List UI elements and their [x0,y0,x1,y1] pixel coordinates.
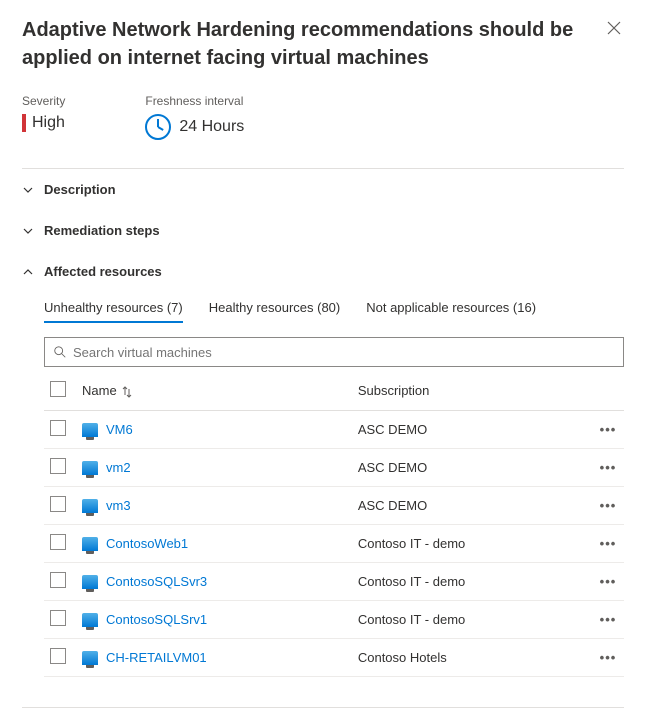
freshness-label: Freshness interval [145,94,244,108]
tab-not-applicable-resources[interactable]: Not applicable resources (16) [366,300,536,323]
row-checkbox[interactable] [50,420,66,436]
vm-icon [82,461,98,475]
row-actions-button[interactable]: ••• [600,460,617,475]
resource-link[interactable]: ContosoSQLSvr3 [106,574,207,589]
row-actions-button[interactable]: ••• [600,422,617,437]
row-checkbox[interactable] [50,458,66,474]
resource-link[interactable]: vm2 [106,460,131,475]
vm-icon [82,613,98,627]
close-button[interactable] [604,18,624,38]
section-description[interactable]: Description [22,169,624,210]
row-checkbox[interactable] [50,572,66,588]
resource-link[interactable]: ContosoSQLSrv1 [106,612,207,627]
row-actions-button[interactable]: ••• [600,612,617,627]
section-title: Description [44,182,116,197]
search-box[interactable] [44,337,624,367]
section-remediation[interactable]: Remediation steps [22,210,624,251]
row-checkbox[interactable] [50,534,66,550]
chevron-up-icon [22,266,34,278]
vm-icon [82,499,98,513]
chevron-down-icon [22,225,34,237]
tab-unhealthy-resources[interactable]: Unhealthy resources (7) [44,300,183,323]
row-actions-button[interactable]: ••• [600,498,617,513]
resource-link[interactable]: vm3 [106,498,131,513]
freshness-block: Freshness interval 24 Hours [145,94,244,140]
page-title: Adaptive Network Hardening recommendatio… [22,16,624,72]
resource-link[interactable]: CH-RETAILVM01 [106,650,207,665]
column-subscription[interactable]: Subscription [352,371,592,411]
freshness-value: 24 Hours [179,118,244,136]
chevron-down-icon [22,184,34,196]
row-checkbox[interactable] [50,610,66,626]
clock-icon [145,114,171,140]
vm-icon [82,651,98,665]
search-icon [53,345,67,359]
search-input[interactable] [73,345,615,360]
table-row: vm3 ASC DEMO ••• [44,487,624,525]
table-row: ContosoSQLSrv1 Contoso IT - demo ••• [44,601,624,639]
subscription-cell: Contoso IT - demo [352,525,592,563]
section-title: Remediation steps [44,223,160,238]
column-name-label: Name [82,383,117,398]
table-row: CH-RETAILVM01 Contoso Hotels ••• [44,639,624,677]
severity-value: High [22,114,65,132]
subscription-cell: ASC DEMO [352,411,592,449]
subscription-cell: Contoso Hotels [352,639,592,677]
subscription-cell: Contoso IT - demo [352,601,592,639]
row-actions-button[interactable]: ••• [600,650,617,665]
tab-healthy-resources[interactable]: Healthy resources (80) [209,300,341,323]
severity-block: Severity High [22,94,65,140]
subscription-cell: Contoso IT - demo [352,563,592,601]
section-affected-resources[interactable]: Affected resources [22,251,624,292]
vm-icon [82,537,98,551]
sort-icon [122,386,132,398]
resource-link[interactable]: VM6 [106,422,133,437]
table-row: VM6 ASC DEMO ••• [44,411,624,449]
table-row: ContosoWeb1 Contoso IT - demo ••• [44,525,624,563]
row-actions-button[interactable]: ••• [600,574,617,589]
column-name[interactable]: Name [76,371,352,411]
table-row: vm2 ASC DEMO ••• [44,449,624,487]
severity-label: Severity [22,94,65,108]
select-all-checkbox[interactable] [50,381,66,397]
table-row: ContosoSQLSvr3 Contoso IT - demo ••• [44,563,624,601]
divider [22,707,624,708]
close-icon [607,21,621,35]
row-checkbox[interactable] [50,496,66,512]
vm-icon [82,575,98,589]
subscription-cell: ASC DEMO [352,449,592,487]
vm-icon [82,423,98,437]
row-actions-button[interactable]: ••• [600,536,617,551]
resource-link[interactable]: ContosoWeb1 [106,536,188,551]
section-title: Affected resources [44,264,162,279]
row-checkbox[interactable] [50,648,66,664]
subscription-cell: ASC DEMO [352,487,592,525]
